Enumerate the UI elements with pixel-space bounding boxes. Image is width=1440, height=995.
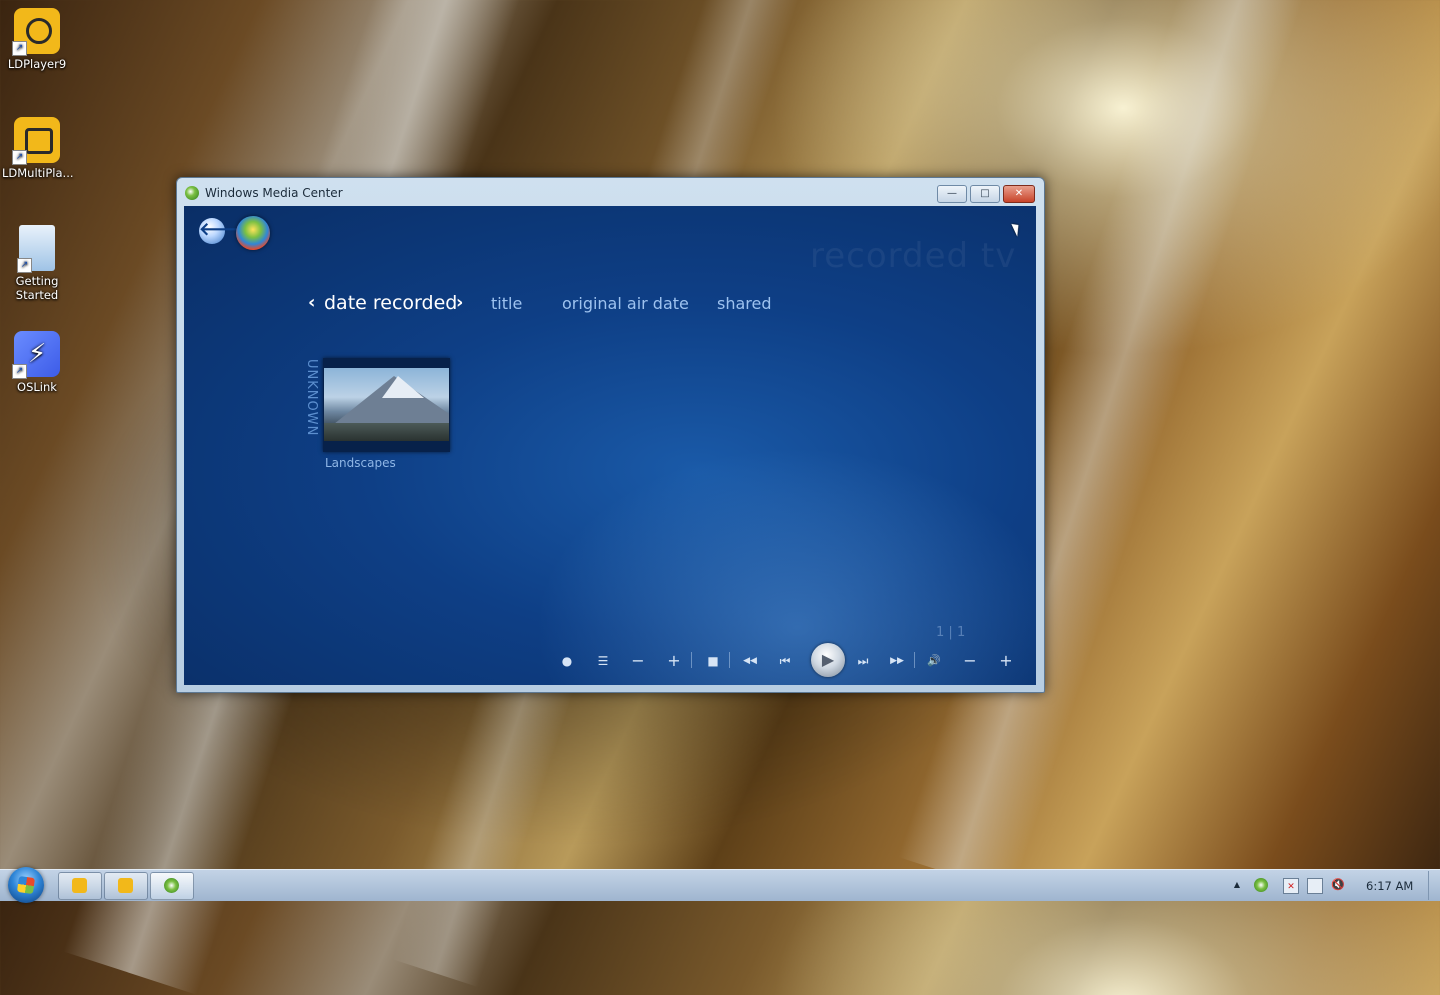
- tray-network-icon[interactable]: [1307, 878, 1323, 894]
- recording-caption[interactable]: Landscapes: [325, 456, 396, 470]
- sort-prev-chevron-icon[interactable]: ‹: [308, 292, 315, 313]
- taskbar-button-ldmultiplayer[interactable]: [104, 872, 148, 900]
- rewind-button[interactable]: ◀◀: [738, 652, 762, 670]
- tray-action-center-icon[interactable]: ✕: [1283, 878, 1299, 894]
- fast-forward-button[interactable]: ▶▶: [885, 652, 909, 670]
- sort-option-shared[interactable]: shared: [717, 294, 772, 313]
- shortcut-arrow-icon: ↗: [12, 364, 27, 379]
- show-desktop-button[interactable]: [1428, 871, 1440, 900]
- shortcut-arrow-icon: ↗: [17, 258, 32, 273]
- media-center-app-icon: [185, 186, 199, 200]
- desktop-icon-label: LDMultiPla...: [2, 166, 74, 180]
- windows-logo-icon: [16, 875, 36, 895]
- skip-forward-button[interactable]: ⏭: [853, 652, 873, 670]
- tray-media-center-icon[interactable]: [1254, 878, 1268, 892]
- sort-option-original-air-date[interactable]: original air date: [562, 294, 689, 313]
- page-separator: |: [948, 625, 953, 640]
- shortcut-arrow-icon: ↗: [12, 150, 27, 165]
- stop-button[interactable]: ■: [703, 652, 723, 670]
- page-indicator: 1 | 1: [936, 625, 965, 640]
- media-center-start-button[interactable]: [236, 216, 270, 250]
- tray-volume-muted-icon[interactable]: 🔇: [1331, 878, 1345, 892]
- page-total: 1: [956, 625, 966, 640]
- recording-thumbnail[interactable]: [323, 358, 450, 452]
- taskbar-button-ldplayer9[interactable]: [58, 872, 102, 900]
- channel-up-button[interactable]: +: [664, 652, 684, 670]
- channel-down-button[interactable]: −: [628, 652, 648, 670]
- volume-down-button[interactable]: −: [960, 652, 980, 670]
- taskbar-clock[interactable]: 6:17 AM: [1366, 879, 1413, 893]
- group-label: UNKNOWN: [304, 359, 319, 437]
- sort-next-chevron-icon[interactable]: ›: [456, 292, 463, 313]
- ldmultiplayer-icon: ↗: [12, 117, 60, 165]
- tray-overflow-button[interactable]: ▲: [1230, 878, 1244, 892]
- sort-option-title[interactable]: title: [491, 294, 522, 313]
- section-watermark-title: recorded tv: [810, 236, 1017, 276]
- guide-button[interactable]: ☰: [593, 652, 613, 670]
- desktop-icon-label: OSLink: [17, 380, 57, 394]
- maximize-button[interactable]: □: [970, 185, 1000, 203]
- ldplayer-icon: ↗: [12, 8, 60, 56]
- ldplayer-icon: [72, 878, 87, 893]
- transport-divider: [691, 652, 692, 668]
- window-title: Windows Media Center: [205, 186, 343, 200]
- media-center-app-icon: [164, 878, 179, 893]
- sort-option-date-recorded[interactable]: date recorded: [324, 292, 457, 314]
- close-button[interactable]: ✕: [1003, 185, 1035, 203]
- minimize-button[interactable]: —: [937, 185, 967, 203]
- oslink-icon: ⚡ ↗: [12, 331, 60, 379]
- media-center-window: Windows Media Center — □ ✕ recorded tv 🡐…: [176, 177, 1045, 693]
- record-button[interactable]: ●: [557, 652, 577, 670]
- desktop-icon-oslink[interactable]: ⚡ ↗ OSLink: [2, 331, 72, 394]
- transport-controls: ● ☰ − + ■ ◀◀ ⏮ ▶ ⏭ ▶▶ 🔊 − +: [557, 643, 1027, 679]
- mouse-cursor-icon: [1011, 221, 1023, 237]
- desktop-icon-ldplayer9[interactable]: ↗ LDPlayer9: [2, 8, 72, 71]
- landscape-image: [324, 368, 449, 441]
- skip-back-button[interactable]: ⏮: [775, 652, 795, 670]
- shortcut-arrow-icon: ↗: [12, 41, 27, 56]
- desktop-icon-label: Getting Started: [15, 274, 59, 302]
- play-button[interactable]: ▶: [811, 643, 845, 677]
- desktop-icon-getting-started[interactable]: ↗ Getting Started: [2, 225, 72, 302]
- page-current: 1: [936, 625, 945, 640]
- getting-started-icon: ↗: [17, 225, 55, 273]
- title-bar[interactable]: Windows Media Center — □ ✕: [177, 178, 1044, 206]
- transport-divider: [729, 652, 730, 668]
- transport-divider: [914, 652, 915, 668]
- media-center-content: recorded tv 🡐 ‹ date recorded › title or…: [184, 206, 1036, 685]
- taskbar-button-media-center[interactable]: [150, 872, 194, 900]
- start-button[interactable]: [8, 867, 44, 903]
- desktop-icon-label: LDPlayer9: [7, 57, 67, 71]
- volume-up-button[interactable]: +: [996, 652, 1016, 670]
- mute-button[interactable]: 🔊: [924, 652, 944, 670]
- ldmultiplayer-icon: [118, 878, 133, 893]
- desktop-icon-ldmultiplayer[interactable]: ↗ LDMultiPla...: [2, 117, 74, 180]
- taskbar: ▲ ✕ 🔇 6:17 AM: [0, 867, 1440, 903]
- back-button[interactable]: 🡐: [199, 218, 247, 244]
